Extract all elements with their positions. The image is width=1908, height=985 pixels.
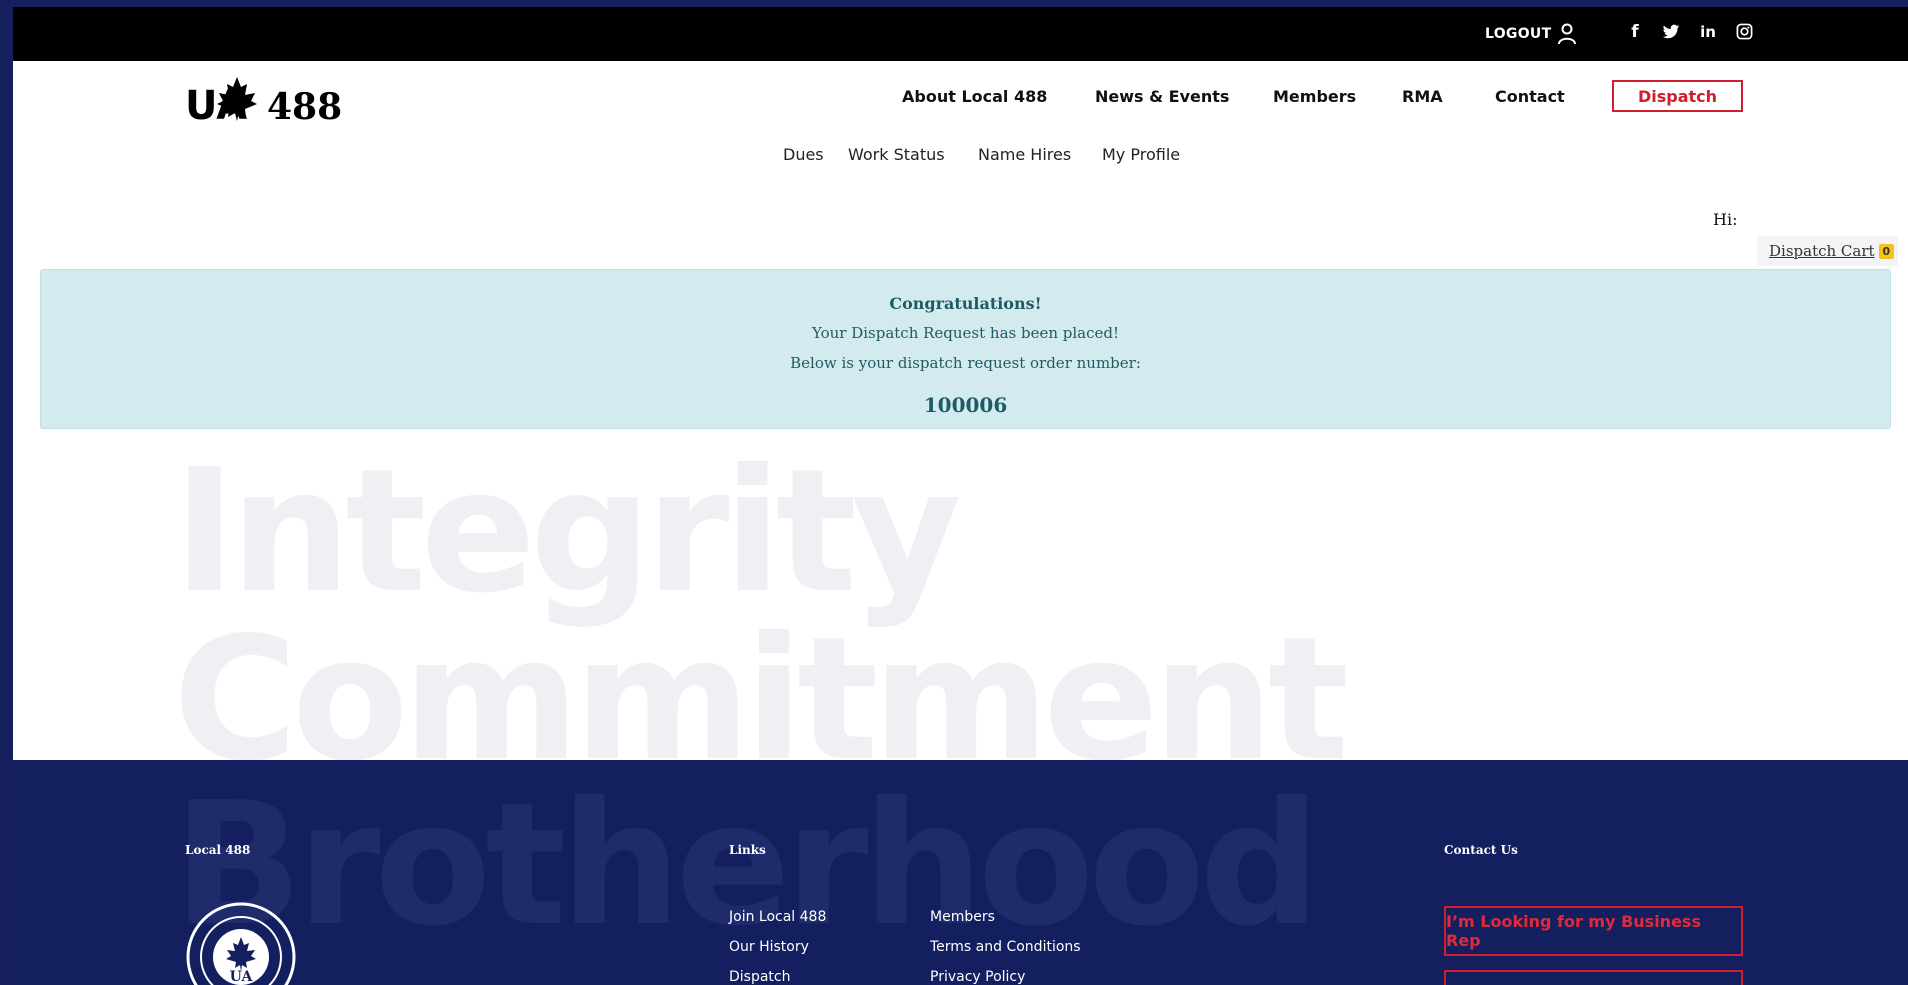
footer-link-terms[interactable]: Terms and Conditions	[930, 939, 1081, 955]
nav-news-events[interactable]: News & Events	[1095, 87, 1229, 106]
footer-heading-local: Local 488	[185, 843, 251, 857]
nav-members[interactable]: Members	[1273, 87, 1356, 106]
footer-link-dispatch[interactable]: Dispatch	[729, 969, 791, 985]
alert-message: Your Dispatch Request has been placed!	[811, 324, 1120, 342]
footer-link-privacy[interactable]: Privacy Policy	[930, 969, 1025, 985]
nav-rma[interactable]: RMA	[1402, 87, 1443, 106]
dispatch-cart: Dispatch Cart 0	[1757, 236, 1898, 266]
nav-contact[interactable]: Contact	[1495, 87, 1565, 106]
subnav-work-status[interactable]: Work Status	[848, 145, 945, 164]
footer-link-history[interactable]: Our History	[729, 939, 809, 955]
footer-secondary-button[interactable]	[1444, 970, 1743, 985]
logout-label: LOGOUT	[1485, 26, 1552, 42]
dispatch-button[interactable]: Dispatch	[1612, 80, 1743, 112]
dispatch-cart-link[interactable]: Dispatch Cart	[1769, 242, 1875, 260]
subnav-my-profile[interactable]: My Profile	[1102, 145, 1180, 164]
instagram-icon[interactable]	[1733, 21, 1755, 43]
success-alert: Congratulations! Your Dispatch Request h…	[40, 269, 1891, 429]
footer-link-join[interactable]: Join Local 488	[729, 909, 826, 925]
cart-count-badge: 0	[1878, 243, 1895, 259]
subnav-name-hires[interactable]: Name Hires	[978, 145, 1071, 164]
footer-heading-contact: Contact Us	[1444, 843, 1518, 857]
user-icon	[1558, 23, 1577, 45]
site-footer: Brotherhood Local 488 Links Contact Us J…	[13, 760, 1908, 985]
logout-link[interactable]: LOGOUT	[1485, 23, 1577, 45]
linkedin-icon[interactable]: in	[1697, 21, 1719, 43]
ua-seal-logo-icon: UA	[186, 902, 296, 985]
nav-about-local-488[interactable]: About Local 488	[902, 87, 1047, 106]
alert-title: Congratulations!	[889, 294, 1042, 313]
top-bar: LOGOUT f in	[13, 7, 1908, 61]
twitter-icon[interactable]	[1660, 21, 1682, 43]
alert-order-caption: Below is your dispatch request order num…	[790, 354, 1141, 372]
svg-text:UA: UA	[230, 969, 254, 985]
subnav-dues[interactable]: Dues	[783, 145, 824, 164]
footer-heading-links: Links	[729, 843, 766, 857]
page: LOGOUT f in UA 488 About Local 488 News …	[13, 7, 1908, 985]
facebook-icon[interactable]: f	[1624, 21, 1646, 43]
business-rep-button[interactable]: I’m Looking for my Business Rep	[1444, 906, 1743, 956]
user-greeting: Hi:	[1713, 210, 1738, 229]
footer-link-members[interactable]: Members	[930, 909, 995, 925]
order-number: 100006	[923, 393, 1008, 417]
hero-word-integrity: Integrity	[173, 433, 962, 631]
